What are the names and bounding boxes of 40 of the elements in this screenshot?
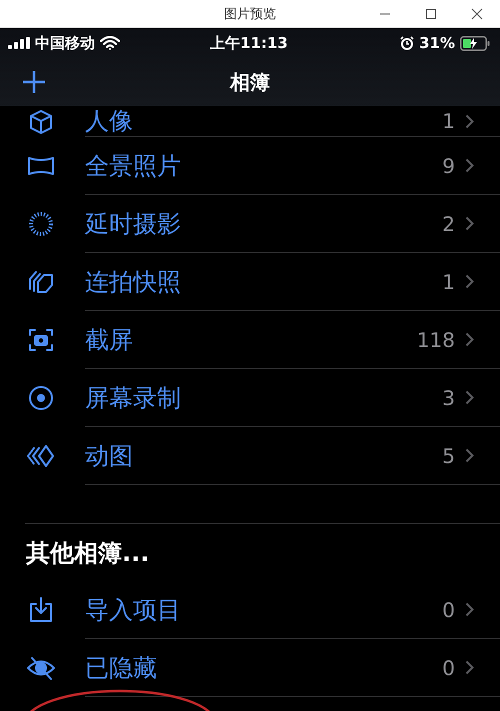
chevron-icon bbox=[465, 216, 474, 231]
item-count: 1 bbox=[442, 270, 455, 294]
item-count: 2 bbox=[442, 212, 455, 236]
album-name[interactable]: 导入项目 bbox=[85, 594, 442, 626]
item-count: 0 bbox=[442, 598, 455, 622]
album-name[interactable]: 屏幕录制 bbox=[85, 382, 442, 414]
window-title: 图片预览 bbox=[224, 6, 276, 22]
maximize-icon bbox=[425, 8, 437, 20]
item-count: 3 bbox=[442, 386, 455, 410]
item-count: 9 bbox=[442, 154, 455, 178]
item-count: 1 bbox=[442, 109, 455, 133]
album-name[interactable]: 连拍快照 bbox=[85, 266, 442, 298]
item-count: 5 bbox=[442, 444, 455, 468]
album-name[interactable]: 动图 bbox=[85, 440, 442, 472]
alarm-icon bbox=[400, 36, 414, 50]
album-name[interactable]: 已隐藏 bbox=[85, 652, 442, 684]
item-count: 0 bbox=[442, 656, 455, 680]
chevron-icon bbox=[465, 274, 474, 289]
album-name[interactable]: 延时摄影 bbox=[85, 208, 442, 240]
close-icon bbox=[471, 8, 483, 20]
album-name[interactable]: 全景照片 bbox=[85, 150, 442, 182]
chevron-icon bbox=[465, 332, 474, 347]
add-icon[interactable] bbox=[22, 70, 46, 94]
wifi-icon bbox=[100, 36, 120, 50]
chevron-icon bbox=[465, 114, 474, 128]
chevron-icon bbox=[465, 390, 474, 405]
chevron-icon bbox=[465, 448, 474, 463]
item-count: 118 bbox=[416, 328, 455, 352]
section-heading: 其他相簿... bbox=[25, 538, 150, 568]
signal-icon bbox=[8, 37, 30, 49]
chevron-icon bbox=[465, 660, 474, 675]
chevron-icon bbox=[465, 602, 474, 617]
chevron-icon bbox=[465, 158, 474, 173]
carrier-name: 中国移动 bbox=[35, 34, 95, 52]
album-name[interactable]: 人像 bbox=[85, 106, 442, 137]
battery-percent: 31% bbox=[419, 34, 455, 52]
album-name[interactable]: 截屏 bbox=[85, 324, 417, 356]
nav-title: 相簿 bbox=[230, 68, 270, 96]
battery-icon bbox=[460, 36, 490, 50]
status-time: 上午11:13 bbox=[210, 34, 288, 52]
